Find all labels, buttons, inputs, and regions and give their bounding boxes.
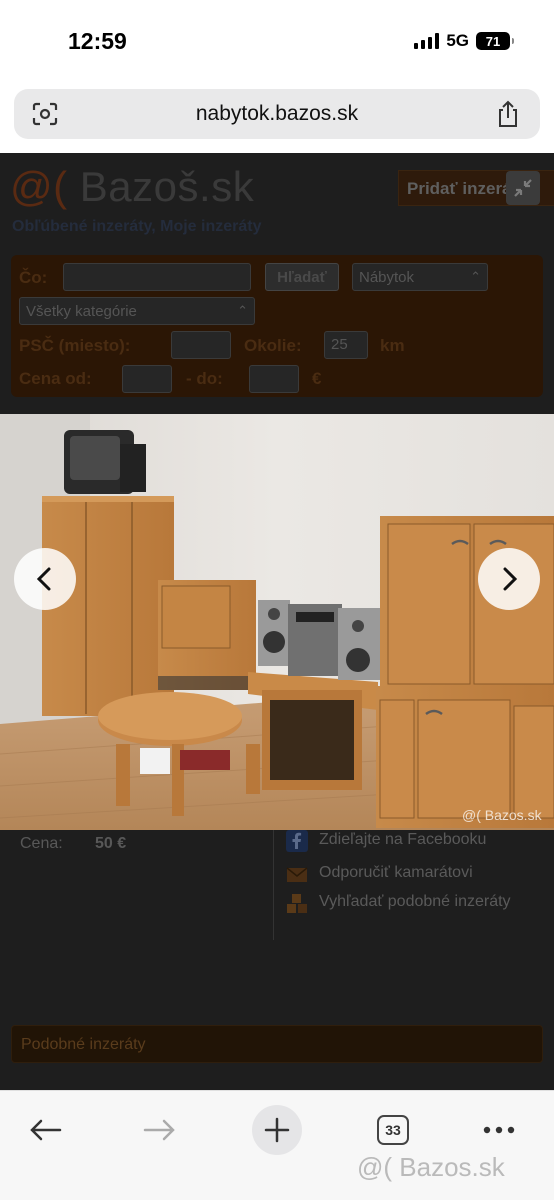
furniture-photo-image [0,414,554,830]
signal-icon [414,33,440,49]
chevron-left-icon [36,567,51,591]
section-select[interactable]: Nábytok ⌃ [352,263,488,291]
browser-toolbar: 33 [0,1090,554,1200]
radius-unit: km [380,336,405,355]
favorites-links[interactable]: Obľúbené inzeráty, Moje inzeráty [12,218,261,236]
forward-button[interactable] [135,1105,185,1155]
radius-input[interactable]: 25 [324,331,368,359]
collapse-icon[interactable] [506,171,540,205]
tabs-button[interactable]: 33 [368,1105,418,1155]
similar-search-label: Vyhľadať podobné inzeráty [319,893,511,910]
battery-icon: 71 [476,32,514,50]
recommend-friend-label: Odporučiť kamarátovi [319,864,473,881]
arrow-right-icon [143,1119,175,1141]
category-select-value: Všetky kategórie [26,303,137,320]
facebook-icon [286,830,308,852]
footer-watermark: @( Bazos.sk [357,1152,505,1182]
logo-text: Bazoš.sk [79,163,255,210]
share-divider [273,830,274,940]
status-time: 12:59 [68,28,127,54]
share-icon[interactable] [496,100,520,128]
section-select-value: Nábytok [359,269,415,286]
boxes-icon [287,894,307,913]
search-button[interactable]: Hľadať [265,263,339,291]
more-dots-icon [483,1126,515,1134]
back-button[interactable] [20,1105,70,1155]
new-tab-button[interactable] [252,1105,302,1155]
what-label: Čo: [19,268,48,287]
similar-ads-header[interactable]: Podobné inzeráty [11,1025,543,1063]
price-from-input[interactable] [122,365,172,393]
currency-label: € [312,369,322,388]
price-to-label: - do: [186,369,223,388]
price-from-label: Cena od: [19,369,92,388]
category-select[interactable]: Všetky kategórie ⌃ [19,297,255,325]
tabs-count: 33 [377,1115,409,1145]
plus-icon [264,1117,290,1143]
chevron-down-icon: ⌃ [237,303,248,318]
chevron-down-icon: ⌃ [470,269,481,284]
more-button[interactable] [474,1105,524,1155]
psc-input[interactable] [171,331,231,359]
network-type: 5G [446,31,469,50]
price-to-input[interactable] [249,365,299,393]
photo-prev-button[interactable] [14,548,76,610]
search-panel: Čo: Hľadať Nábytok ⌃ Všetky kategórie ⌃ … [11,255,543,397]
photo-watermark: @( Bazos.sk [462,807,542,823]
psc-label: PSČ (miesto): [19,336,131,355]
price-value: 50 € [95,835,127,852]
recommend-friend-link[interactable]: Odporučiť kamarátovi [285,862,473,886]
status-bar: 12:59 5G 71 [0,0,554,80]
radius-label: Okolie: [244,336,302,355]
envelope-icon [286,867,308,882]
what-input[interactable] [63,263,251,291]
share-facebook-link[interactable]: Zdieľajte na Facebooku [285,829,486,853]
status-indicators: 5G 71 [414,31,514,51]
site-logo[interactable]: @( Bazoš.sk [10,163,254,211]
address-bar[interactable]: nabytok.bazos.sk [14,89,540,139]
chevron-right-icon [503,567,518,591]
logo-symbol: @( [10,163,68,210]
price-label: Cena: [20,835,63,852]
url-text[interactable]: nabytok.bazos.sk [14,102,540,126]
arrow-left-icon [30,1119,62,1141]
share-facebook-label: Zdieľajte na Facebooku [319,831,487,848]
similar-search-link[interactable]: Vyhľadať podobné inzeráty [285,891,515,915]
listing-photo[interactable] [0,414,554,830]
photo-next-button[interactable] [478,548,540,610]
